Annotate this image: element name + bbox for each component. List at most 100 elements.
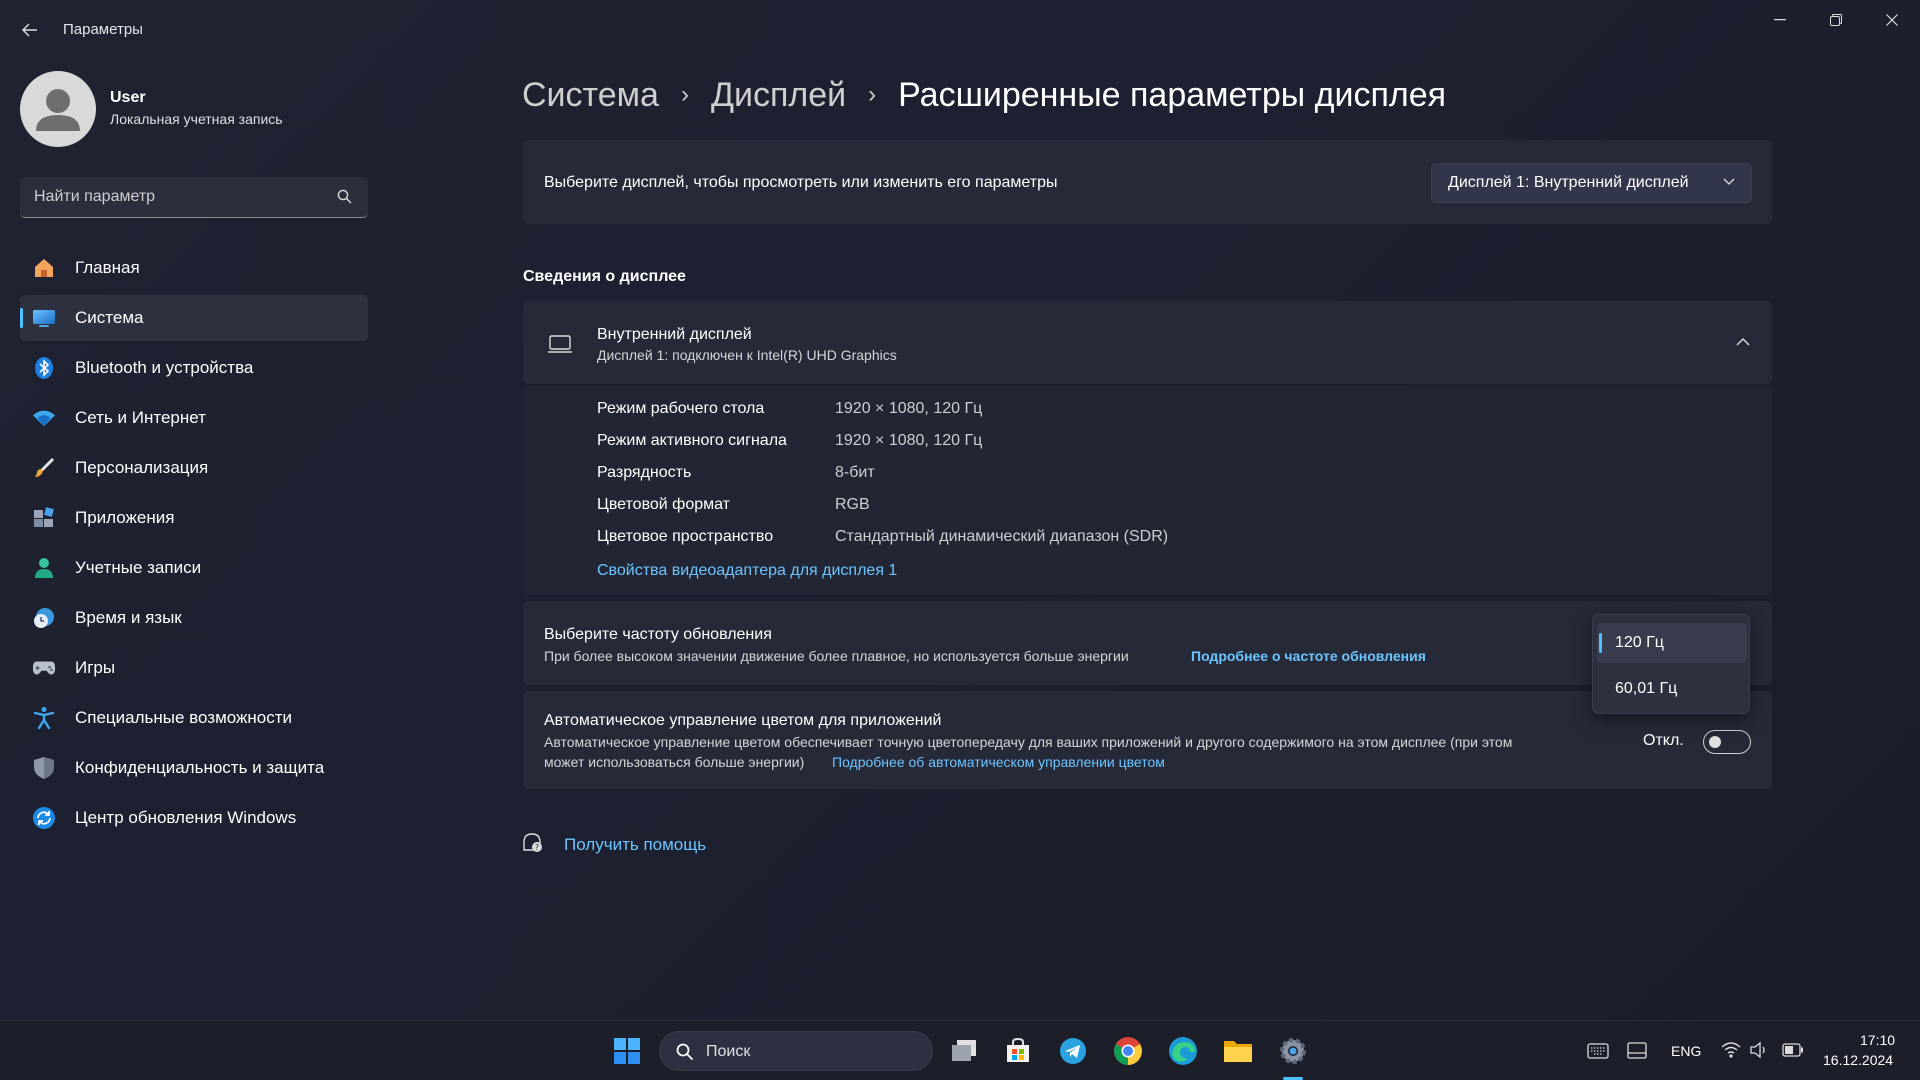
user-name: User	[110, 89, 146, 106]
app-title: Параметры	[63, 21, 143, 38]
auto-color-link[interactable]: Подробнее об автоматическом управлении ц…	[832, 754, 1165, 770]
refresh-option-120[interactable]: 120 Гц	[1597, 623, 1747, 663]
toggle-knob	[1709, 736, 1721, 748]
refresh-rate-desc: При более высоком значении движение боле…	[544, 648, 1129, 664]
sidebar-item-home[interactable]: Главная	[20, 245, 368, 291]
info-key: Цветовое пространство	[597, 528, 774, 545]
sidebar-item-privacy[interactable]: Конфиденциальность и защита	[20, 745, 368, 791]
sidebar-item-label: Время и язык	[75, 608, 182, 627]
chrome-button[interactable]	[1112, 1035, 1144, 1067]
brush-icon	[32, 456, 56, 480]
page-title: Расширенные параметры дисплея	[898, 75, 1447, 114]
account-icon	[32, 556, 56, 580]
sidebar-item-label: Конфиденциальность и защита	[75, 758, 325, 777]
adapter-properties-link[interactable]: Свойства видеоадаптера для дисплея 1	[597, 562, 897, 580]
sidebar-item-accessibility[interactable]: Специальные возможности	[20, 695, 368, 741]
section-title: Сведения о дисплее	[523, 268, 686, 285]
apps-icon	[32, 506, 56, 530]
sidebar-item-time-language[interactable]: Время и язык	[20, 595, 368, 641]
edge-button[interactable]	[1167, 1035, 1199, 1067]
chevron-right-icon: ›	[868, 81, 877, 108]
breadcrumb: Система › Дисплей › Расширенные параметр…	[522, 70, 1446, 120]
store-icon	[1007, 1037, 1029, 1062]
info-value: 1920 × 1080, 120 Гц	[835, 432, 983, 449]
settings-search[interactable]	[20, 177, 368, 218]
display-dropdown[interactable]: Дисплей 1: Внутренний дисплей	[1431, 163, 1752, 203]
close-icon	[1886, 14, 1898, 26]
search-icon[interactable]	[337, 189, 352, 204]
clock-date[interactable]: 16.12.2024	[1823, 1052, 1893, 1068]
sidebar-item-label: Главная	[75, 258, 140, 277]
svg-text:?: ?	[535, 843, 539, 852]
info-value: RGB	[835, 496, 870, 513]
refresh-option-60[interactable]: 60,01 Гц	[1597, 669, 1747, 709]
store-button[interactable]	[1002, 1035, 1034, 1067]
display-name: Внутренний дисплей	[597, 326, 752, 343]
breadcrumb-display[interactable]: Дисплей	[711, 76, 846, 115]
sidebar-item-network[interactable]: Сеть и Интернет	[20, 395, 368, 441]
chevron-down-icon	[1723, 178, 1735, 185]
search-icon	[676, 1043, 694, 1061]
search-input[interactable]	[34, 177, 334, 217]
file-explorer-button[interactable]	[1222, 1035, 1254, 1067]
info-key: Разрядность	[597, 464, 692, 481]
restore-icon	[1830, 14, 1842, 26]
sidebar-item-personalization[interactable]: Персонализация	[20, 445, 368, 491]
sidebar-item-bluetooth[interactable]: Bluetooth и устройства	[20, 345, 368, 391]
start-button[interactable]	[611, 1035, 643, 1067]
sidebar-item-label: Приложения	[75, 508, 175, 527]
gamepad-icon	[32, 656, 56, 680]
battery-icon[interactable]	[1782, 1043, 1804, 1057]
task-view-button[interactable]	[948, 1035, 980, 1067]
touch-keyboard-icon[interactable]	[1627, 1042, 1647, 1060]
laptop-icon	[548, 335, 572, 353]
toggle-state-label: Откл.	[1643, 732, 1684, 749]
minimize-button[interactable]	[1752, 0, 1808, 40]
breadcrumb-system[interactable]: Система	[522, 76, 659, 115]
sidebar-item-system[interactable]: Система	[20, 295, 368, 341]
sidebar-item-label: Центр обновления Windows	[75, 808, 297, 827]
clock-time[interactable]: 17:10	[1860, 1032, 1895, 1048]
sidebar-nav: Главная Система Bluetooth и устройства С…	[20, 245, 368, 845]
sidebar-item-label: Bluetooth и устройства	[75, 358, 254, 377]
option-label: 60,01 Гц	[1615, 680, 1678, 697]
title-bar: Параметры	[0, 0, 1920, 60]
sidebar-item-apps[interactable]: Приложения	[20, 495, 368, 541]
settings-button[interactable]	[1277, 1035, 1309, 1067]
taskbar-search-label: Поиск	[706, 1043, 751, 1060]
input-language[interactable]: ENG	[1671, 1043, 1701, 1059]
wifi-icon[interactable]	[1721, 1041, 1741, 1059]
refresh-rate-link[interactable]: Подробнее о частоте обновления	[1191, 648, 1426, 664]
system-icon	[32, 306, 56, 330]
chevron-up-icon[interactable]	[1736, 338, 1750, 346]
option-label: 120 Гц	[1615, 634, 1664, 651]
sidebar-item-gaming[interactable]: Игры	[20, 645, 368, 691]
auto-color-title: Автоматическое управление цветом для при…	[544, 712, 942, 729]
keyboard-icon[interactable]	[1587, 1043, 1609, 1059]
refresh-rate-title: Выберите частоту обновления	[544, 626, 772, 643]
display-subtitle: Дисплей 1: подключен к Intel(R) UHD Grap…	[597, 347, 897, 363]
avatar[interactable]	[20, 71, 96, 147]
sidebar-item-label: Специальные возможности	[75, 708, 293, 727]
get-help-link[interactable]: Получить помощь	[564, 835, 706, 855]
back-button[interactable]	[14, 16, 46, 44]
volume-icon[interactable]	[1749, 1041, 1769, 1059]
taskbar-search[interactable]: Поиск	[659, 1031, 933, 1071]
info-value: 1920 × 1080, 120 Гц	[835, 400, 983, 417]
info-key: Режим рабочего стола	[597, 400, 765, 417]
close-button[interactable]	[1864, 0, 1920, 40]
sidebar-item-accounts[interactable]: Учетные записи	[20, 545, 368, 591]
maximize-button[interactable]	[1808, 0, 1864, 40]
auto-color-toggle[interactable]	[1703, 730, 1751, 754]
sidebar-item-windows-update[interactable]: Центр обновления Windows	[20, 795, 368, 841]
sidebar-item-label: Персонализация	[75, 458, 209, 477]
telegram-button[interactable]	[1057, 1035, 1089, 1067]
time-language-icon	[32, 606, 56, 630]
auto-color-desc-line2: может использоваться больше энергии)	[544, 754, 805, 770]
auto-color-desc-line1: Автоматическое управление цветом обеспеч…	[544, 734, 1513, 750]
accessibility-icon	[32, 706, 56, 730]
windows-start-icon	[614, 1038, 640, 1064]
display-info-header[interactable]: Внутренний дисплей Дисплей 1: подключен …	[523, 301, 1772, 384]
file-explorer-icon	[1224, 1041, 1252, 1062]
info-value: Стандартный динамический диапазон (SDR)	[835, 528, 1169, 545]
